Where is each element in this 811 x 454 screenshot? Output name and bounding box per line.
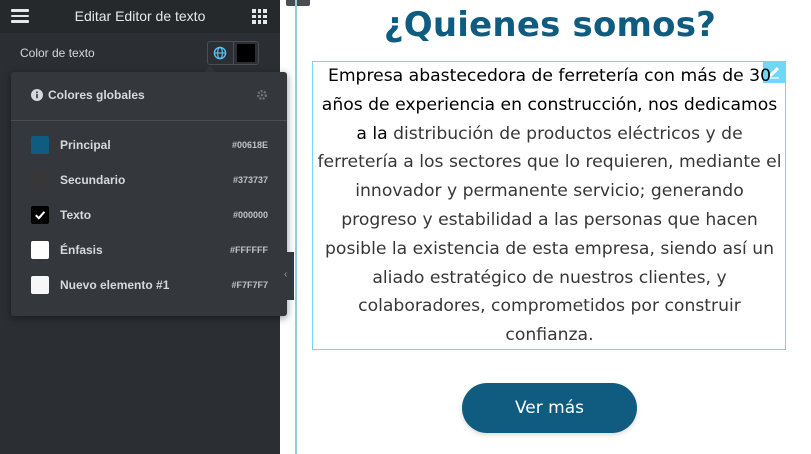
color-hex: #F7F7F7 [231, 280, 268, 290]
color-name: Texto [60, 208, 92, 222]
hamburger-icon[interactable] [11, 9, 29, 23]
ver-mas-button[interactable]: Ver más [462, 383, 637, 433]
color-swatch [31, 171, 49, 189]
popover-divider [11, 120, 287, 121]
color-hex: #000000 [232, 210, 268, 220]
apps-grid-icon[interactable] [252, 9, 267, 24]
gear-icon[interactable] [256, 89, 268, 101]
panel-collapse-tab[interactable]: ‹ [280, 252, 294, 300]
color-hex: #00618E [231, 140, 268, 150]
global-color-enfasis[interactable]: Énfasis #FFFFFF [11, 233, 287, 268]
color-swatch [31, 206, 49, 224]
global-color-secundario[interactable]: Secundario #373737 [11, 163, 287, 198]
color-hex: #373737 [232, 175, 268, 185]
global-colors-popover: Colores globales Principal #00618E Secun… [11, 72, 287, 316]
panel-header: Editar Editor de texto [0, 0, 280, 33]
color-name: Secundario [60, 173, 126, 187]
body-paragraph: Empresa abastecedora de ferretería con m… [316, 62, 783, 350]
global-colors-button[interactable] [207, 41, 233, 65]
check-icon [35, 211, 46, 220]
color-hex: #FFFFFF [230, 245, 268, 255]
global-color-nuevo-elemento[interactable]: Nuevo elemento #1 #F7F7F7 [11, 268, 287, 303]
color-swatch [31, 136, 49, 154]
color-name: Énfasis [60, 243, 103, 257]
paragraph-rest: distribución de productos eléctricos y d… [317, 123, 782, 346]
collapse-arrow-icon: ‹ [284, 269, 288, 280]
current-color-swatch [237, 44, 255, 62]
text-color-label: Color de texto [20, 46, 95, 60]
global-color-principal[interactable]: Principal #00618E [11, 128, 287, 163]
column-guide-line [295, 0, 297, 454]
section-heading: ¿Quienes somos? [383, 5, 717, 45]
color-swatch-button[interactable] [233, 41, 259, 65]
info-icon [31, 89, 43, 101]
color-swatch [31, 241, 49, 259]
color-swatch [31, 276, 49, 294]
panel-title: Editar Editor de texto [74, 8, 206, 24]
color-name: Nuevo elemento #1 [60, 278, 170, 292]
popover-title: Colores globales [48, 88, 145, 102]
globe-icon [213, 46, 227, 60]
color-name: Principal [60, 138, 111, 152]
global-color-texto[interactable]: Texto #000000 [11, 198, 287, 233]
